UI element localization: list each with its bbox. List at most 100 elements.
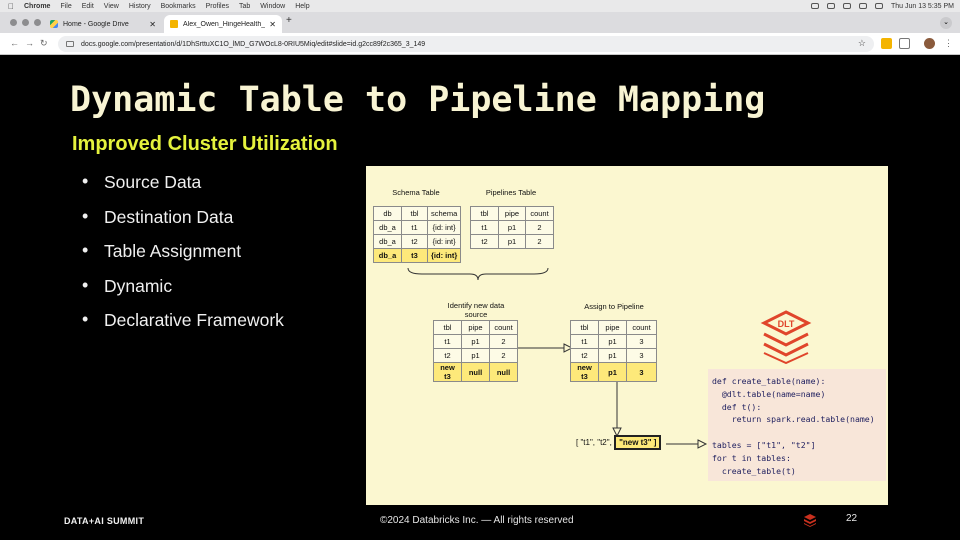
menu-history[interactable]: History (129, 3, 151, 10)
new-tab-button[interactable]: + (286, 15, 292, 26)
browser-menu-icon[interactable]: ⋮ (944, 38, 953, 49)
zoom-window-button[interactable] (34, 19, 41, 26)
table-cell: null (489, 362, 518, 382)
close-tab-icon[interactable]: ✕ (149, 20, 156, 29)
menu-edit[interactable]: Edit (82, 3, 94, 10)
pipelines-table-label: Pipelines Table (485, 188, 537, 197)
presentation-slide: Dynamic Table to Pipeline Mapping Improv… (0, 56, 960, 540)
bullet-item: Dynamic (82, 275, 284, 311)
table-cell: p1 (498, 234, 526, 249)
google-slides-icon (170, 20, 178, 28)
minimize-window-button[interactable] (22, 19, 29, 26)
bullet-item: Destination Data (82, 206, 284, 242)
profile-avatar[interactable] (924, 38, 935, 49)
table-cell: new t3 (570, 362, 599, 382)
header-cell: tbl (433, 320, 462, 335)
menu-tab[interactable]: Tab (239, 3, 250, 10)
arrow-head (697, 439, 708, 449)
table-row: t2 p1 3 (570, 348, 657, 363)
reload-icon[interactable]: ↻ (40, 38, 48, 49)
clock[interactable]: Thu Jun 13 5:35 PM (891, 3, 954, 10)
list-prefix: [ "t1", "t2", (576, 438, 612, 447)
bullet-item: Declarative Framework (82, 309, 284, 345)
header-cell: count (489, 320, 518, 335)
header-cell: pipe (598, 320, 627, 335)
table-header-row: tbl pipe count (570, 320, 657, 335)
table-cell: t3 (401, 248, 428, 263)
macos-menu-bar:  Chrome File Edit View History Bookmark… (0, 0, 960, 12)
bullet-item: Table Assignment (82, 240, 284, 276)
menu-help[interactable]: Help (295, 3, 309, 10)
table-cell: 3 (626, 362, 657, 382)
table-cell: p1 (598, 348, 627, 363)
back-icon[interactable]: ← (10, 38, 19, 48)
url-text[interactable]: docs.google.com/presentation/d/1DhSrttuX… (81, 41, 425, 48)
forward-icon[interactable]: → (25, 38, 34, 48)
table-cell: db_a (373, 234, 402, 249)
apple-icon[interactable]:  (8, 2, 18, 11)
table-cell: {id: int} (426, 234, 462, 249)
tab-label: Home - Google Drive (63, 20, 129, 28)
tab-search-button[interactable]: ⌄ (940, 17, 952, 29)
header-cell: count (525, 206, 554, 221)
address-bar[interactable]: docs.google.com/presentation/d/1DhSrttuX… (58, 36, 874, 52)
battery-icon[interactable] (842, 3, 851, 9)
browser-tab-bar: Home - Google Drive ✕ Alex_Owen_HingeHea… (0, 12, 960, 33)
header-cell: schema (426, 206, 462, 221)
bookmark-star-icon[interactable]: ☆ (858, 38, 866, 49)
databricks-logo-icon (804, 514, 816, 527)
table-row-highlighted: new t3 null null (433, 362, 518, 382)
identify-table: tbl pipe count t1 p1 2 t2 p1 2 new t3 nu… (433, 320, 518, 382)
header-cell: tbl (470, 206, 499, 221)
code-line: def t(): (712, 401, 762, 412)
pipeline-mapping-diagram: Schema Table db tbl schema db_a t1 {id: … (366, 166, 888, 505)
tab-label: Alex_Owen_HingeHealth_Da (183, 20, 266, 28)
tab-slides-active[interactable]: Alex_Owen_HingeHealth_Da ✕ (164, 15, 282, 33)
extension-icon[interactable] (881, 38, 892, 49)
code-line: return spark.read.table(name) (712, 414, 875, 425)
table-cell: db_a (373, 220, 402, 235)
code-line: tables = ["t1", "t2"] (712, 439, 816, 450)
extensions-puzzle-icon[interactable] (899, 38, 910, 49)
table-cell: new t3 (433, 362, 462, 382)
bullet-list: Source Data Destination Data Table Assig… (82, 171, 284, 345)
search-icon[interactable] (874, 3, 883, 9)
header-cell: pipe (498, 206, 526, 221)
code-line: for t in tables: (712, 452, 791, 463)
menu-view[interactable]: View (104, 3, 119, 10)
close-tab-icon[interactable]: ✕ (269, 20, 276, 29)
menu-app-name[interactable]: Chrome (24, 3, 50, 10)
status-icon[interactable] (810, 3, 819, 9)
site-info-icon[interactable] (66, 41, 74, 47)
schema-table: db tbl schema db_a t1 {id: int} db_a t2 … (373, 206, 462, 263)
dlt-logo-text: DLT (778, 319, 795, 329)
assign-label: Assign to Pipeline (584, 302, 644, 311)
table-cell: p1 (498, 220, 526, 235)
menu-file[interactable]: File (60, 3, 71, 10)
brand-footer: DATA+AI SUMMIT (64, 516, 145, 526)
identify-label-line2: source (464, 310, 488, 319)
table-row: t1 p1 2 (433, 334, 518, 349)
wifi-icon[interactable] (858, 3, 867, 9)
table-header-row: tbl pipe count (470, 206, 554, 221)
menu-window[interactable]: Window (260, 3, 285, 10)
menu-bookmarks[interactable]: Bookmarks (161, 3, 196, 10)
table-cell: 3 (626, 348, 657, 363)
tab-google-drive[interactable]: Home - Google Drive ✕ (44, 15, 162, 33)
table-cell: p1 (598, 362, 627, 382)
table-header-row: tbl pipe count (433, 320, 518, 335)
close-window-button[interactable] (10, 19, 17, 26)
table-cell: 3 (626, 334, 657, 349)
table-cell: 2 (489, 334, 518, 349)
menu-profiles[interactable]: Profiles (206, 3, 229, 10)
table-cell: p1 (461, 334, 490, 349)
table-cell: t1 (401, 220, 428, 235)
table-cell: {id: int} (426, 220, 462, 235)
assign-table: tbl pipe count t1 p1 3 t2 p1 3 new t3 p1… (570, 320, 657, 382)
table-cell: t2 (470, 234, 499, 249)
status-area: Thu Jun 13 5:35 PM (810, 0, 954, 12)
table-row-highlighted: db_a t3 {id: int} (373, 248, 462, 263)
status-icon[interactable] (826, 3, 835, 9)
table-cell: t1 (570, 334, 599, 349)
slide-subtitle: Improved Cluster Utilization (72, 133, 338, 155)
